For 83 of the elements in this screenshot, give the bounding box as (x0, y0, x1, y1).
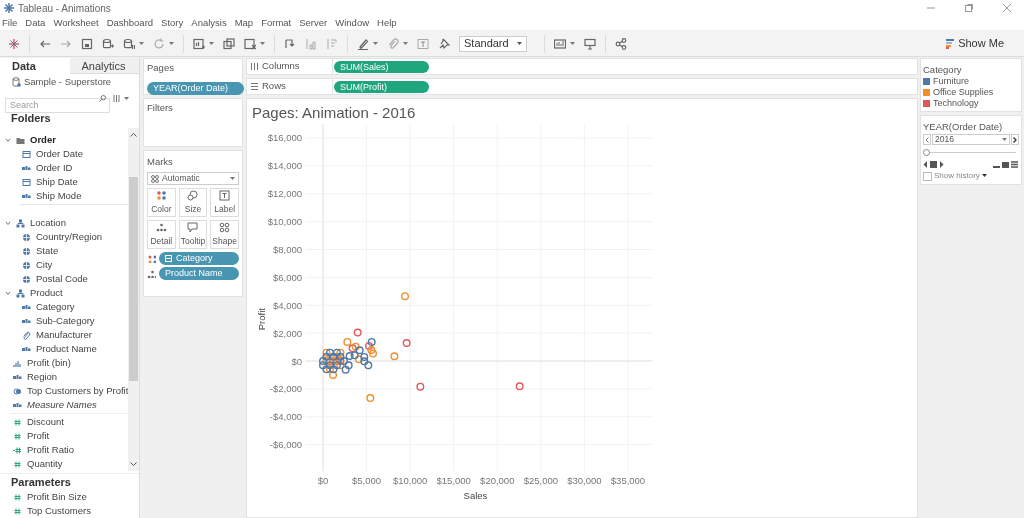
search-field[interactable]: Search (5, 97, 110, 113)
menu-item[interactable]: Help (377, 15, 397, 31)
axis-tick-label: -$2,000 (269, 383, 302, 395)
mark-property-button[interactable]: Color (147, 188, 176, 217)
field-name[interactable]: Product (30, 286, 63, 301)
field-name[interactable]: Sub-Category (36, 314, 95, 329)
field-name[interactable]: Profit Ratio (27, 443, 74, 458)
mark-property-button[interactable]: Detail (147, 220, 176, 249)
page-dropdown[interactable]: 2016 (932, 134, 1010, 145)
field-name[interactable]: City (36, 258, 53, 273)
axis-tick-label: $0 (317, 475, 329, 486)
menu-item[interactable]: Window (335, 15, 370, 31)
pane-tab[interactable]: Analytics (69, 58, 139, 74)
section-heading: Parameters (0, 473, 139, 490)
axis-tick-label: $15,000 (436, 475, 471, 486)
axis-tick-label: $25,000 (523, 475, 558, 486)
menu-item[interactable]: Dashboard (106, 15, 154, 31)
field-name[interactable]: Postal Code (36, 272, 88, 287)
axis-tick-label: $2,000 (272, 327, 302, 339)
mark-property-button[interactable]: Label (210, 188, 239, 217)
page-control-title: YEAR(Order Date) (923, 120, 1004, 134)
field-name[interactable]: Discount (27, 415, 64, 430)
show-history-dropdown[interactable]: Show history (934, 170, 987, 182)
field-name[interactable]: Ship Mode (36, 189, 82, 204)
axis-tick-label: $5,000 (352, 475, 382, 486)
axis-title: Profit (256, 308, 267, 331)
field-name[interactable]: Top Customers (27, 504, 91, 518)
axis-tick-label: -$4,000 (269, 411, 302, 423)
axis-tick-label: $10,000 (267, 216, 302, 228)
window-title: Tableau - Animations (18, 1, 111, 16)
field-name[interactable]: Order ID (36, 161, 73, 176)
axis-tick-label: $10,000 (392, 475, 428, 486)
field-name[interactable]: Country/Region (36, 230, 102, 245)
axis-title: Sales (463, 490, 488, 501)
sheet-title: Pages: Animation - 2016 (251, 103, 417, 123)
field-name[interactable]: Product Name (36, 342, 97, 357)
field-name[interactable]: Top Customers by Profit (27, 384, 128, 399)
field-name[interactable]: Profit Bin Size (27, 490, 87, 505)
axis-tick-label: $8,000 (272, 244, 302, 255)
menu-item[interactable]: Format (261, 15, 292, 31)
axis-tick-label: $30,000 (567, 475, 602, 486)
card-title: Filters (147, 101, 174, 115)
field-name[interactable]: Ship Date (36, 175, 78, 190)
card-title: Marks (147, 155, 174, 169)
field-name[interactable]: Region (27, 370, 58, 385)
axis-tick-label: -$6,000 (269, 439, 302, 451)
fit-dropdown[interactable]: Standard (459, 35, 527, 52)
field-name[interactable]: State (36, 244, 59, 259)
shelf-label: Columns (262, 59, 300, 74)
menu-item[interactable]: File (2, 15, 18, 31)
mark-property-button[interactable]: Size (178, 188, 208, 217)
axis-tick-label: $14,000 (267, 160, 302, 172)
field-name[interactable]: Profit (bin) (27, 356, 71, 371)
axis-tick-label: $16,000 (267, 132, 302, 144)
field-name[interactable]: Profit (27, 429, 50, 444)
field-name[interactable]: Measure Names (27, 398, 97, 413)
mark-type-dropdown[interactable]: Automatic (147, 172, 239, 185)
section-heading: Folders (10, 111, 52, 127)
field-name[interactable]: Order Date (36, 147, 83, 162)
axis-tick-label: $35,000 (610, 475, 646, 486)
field-name[interactable]: Category (36, 300, 75, 315)
shelf-label: Rows (262, 79, 286, 94)
axis-tick-label: $12,000 (267, 188, 302, 200)
axis-tick-label: $20,000 (480, 475, 515, 486)
axis-tick-label: $0 (291, 355, 302, 367)
data-source-name[interactable]: Sample - Superstore (24, 75, 112, 90)
menu-item[interactable]: Server (299, 15, 328, 31)
field-name[interactable]: Quantity (27, 457, 63, 472)
menu-item[interactable]: Map (234, 15, 254, 31)
menu-item[interactable]: Analysis (191, 15, 227, 31)
menu-item[interactable]: Worksheet (53, 15, 99, 31)
mark-property-button[interactable]: Tooltip (178, 220, 208, 249)
field-name[interactable]: Manufacturer (36, 328, 92, 343)
mark-property-button[interactable]: Shape (210, 220, 239, 249)
legend-title: Category (923, 63, 963, 76)
field-name[interactable]: Location (30, 216, 66, 231)
axis-tick-label: $4,000 (272, 299, 302, 311)
card-title: Pages (147, 61, 175, 74)
menu-item[interactable]: Data (25, 15, 46, 31)
axis-tick-label: $6,000 (272, 271, 302, 283)
menu-item[interactable]: Story (161, 15, 184, 31)
field-name[interactable]: Order (30, 133, 56, 148)
show-me-button[interactable]: Show Me (946, 35, 1004, 52)
